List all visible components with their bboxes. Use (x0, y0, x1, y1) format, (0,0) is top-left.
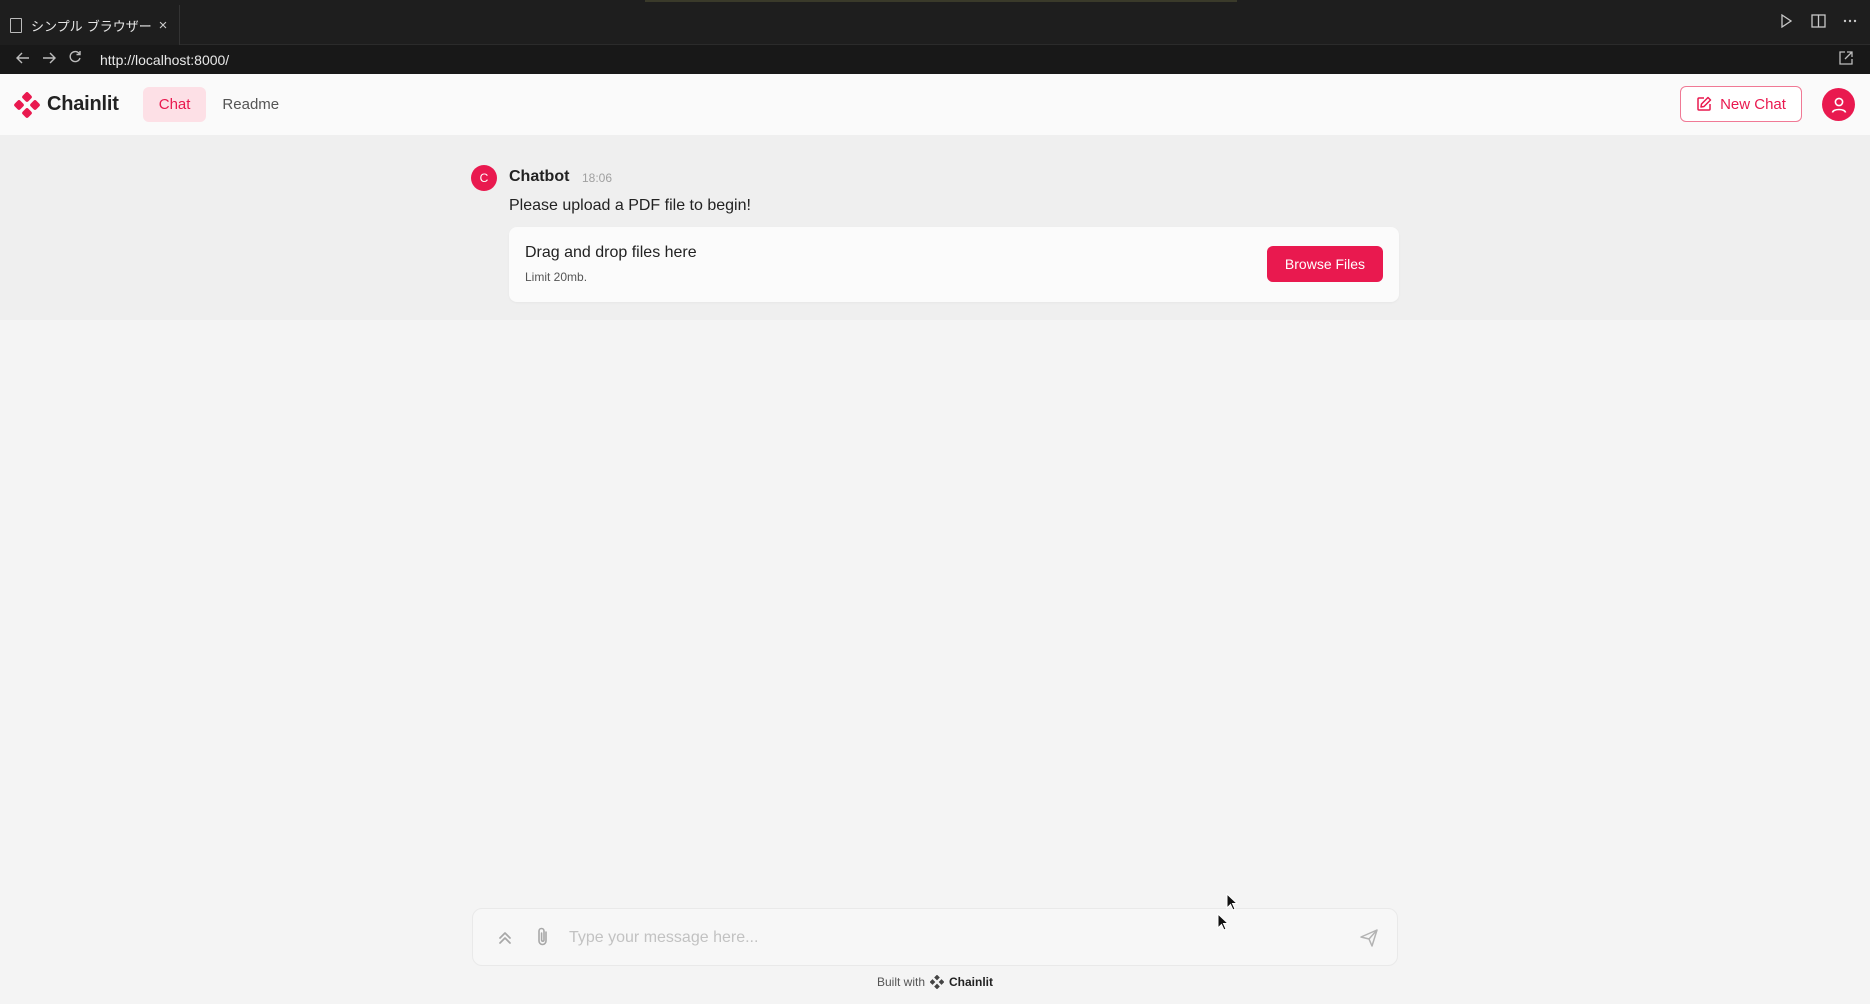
edit-icon (1697, 96, 1712, 111)
close-tab-icon[interactable]: × (153, 17, 173, 34)
message-author: Chatbot (509, 168, 570, 185)
tab-bar-accent (645, 0, 1237, 2)
built-with-text: Built with (876, 975, 926, 989)
forward-icon[interactable] (36, 51, 62, 69)
page-icon (10, 17, 22, 33)
tab-actions (1778, 13, 1858, 32)
url-field[interactable]: http://localhost:8000/ (100, 52, 229, 68)
user-avatar-button[interactable] (1822, 88, 1855, 121)
new-chat-label: New Chat (1720, 95, 1786, 113)
footer-brand[interactable]: Chainlit (949, 975, 993, 989)
message-row: C Chatbot 18:06 Please upload a PDF file… (0, 135, 1870, 320)
footer: Built with Chainlit (0, 975, 1870, 989)
run-icon[interactable] (1778, 13, 1794, 32)
browser-tab-title: シンプル ブラウザー (31, 19, 152, 35)
dropzone-limit: Limit 20mb. (525, 270, 588, 284)
app-header: Chainlit Chat Readme New Chat (0, 74, 1870, 135)
mouse-cursor-icon (1226, 893, 1239, 911)
file-dropzone[interactable]: Drag and drop files here Limit 20mb. Bro… (509, 227, 1399, 302)
user-icon (1831, 97, 1846, 113)
open-external-icon[interactable] (1838, 50, 1856, 68)
browser-url-bar: http://localhost:8000/ (0, 45, 1870, 74)
send-icon[interactable] (1359, 928, 1379, 948)
browser-tab-bar: シンプル ブラウザー × (0, 0, 1870, 45)
bot-avatar: C (471, 165, 497, 191)
message-text: Please upload a PDF file to begin! (509, 197, 751, 214)
chainlit-mini-logo-icon (930, 975, 945, 989)
reload-icon[interactable] (62, 50, 88, 69)
tab-chat[interactable]: Chat (142, 87, 207, 122)
chainlit-logo-icon (14, 91, 40, 118)
message-input[interactable] (567, 921, 1327, 955)
browse-files-button[interactable]: Browse Files (1267, 246, 1383, 282)
chevrons-up-icon[interactable] (495, 928, 515, 948)
split-editor-icon[interactable] (1810, 14, 1826, 32)
back-icon[interactable] (10, 51, 36, 69)
mouse-cursor-icon (1217, 913, 1230, 931)
dropzone-title: Drag and drop files here (525, 244, 697, 261)
message-time: 18:06 (582, 171, 613, 185)
paperclip-icon[interactable] (533, 926, 553, 948)
more-icon[interactable] (1842, 14, 1858, 32)
new-chat-button[interactable]: New Chat (1680, 86, 1802, 122)
message-composer (472, 908, 1398, 966)
browser-tab[interactable]: シンプル ブラウザー × (0, 5, 180, 45)
brand-name: Chainlit (47, 93, 119, 115)
chat-area: C Chatbot 18:06 Please upload a PDF file… (0, 135, 1870, 1004)
logo[interactable]: Chainlit (14, 91, 119, 118)
tab-readme[interactable]: Readme (206, 87, 295, 122)
